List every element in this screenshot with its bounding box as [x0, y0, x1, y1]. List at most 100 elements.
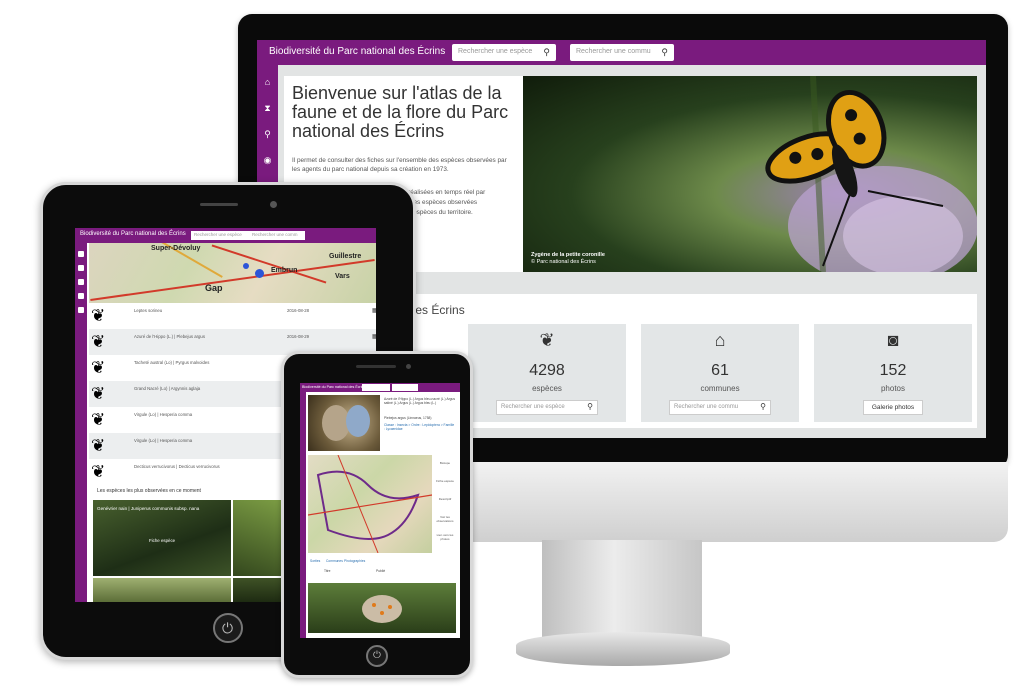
species-search-input[interactable] — [362, 384, 390, 391]
search-icon[interactable]: ⚲ — [661, 47, 668, 58]
site-brand[interactable]: Biodiversité du Parc national des Écrins — [80, 231, 186, 237]
species-vernacular-names: Azuré de l'Hippo (L.) Argus bleu-nacré (… — [384, 397, 455, 406]
site-brand[interactable]: Biodiversité du Parc national des Écrins — [269, 46, 445, 57]
photos-label: photos — [880, 384, 906, 393]
species-photo[interactable] — [308, 395, 380, 451]
observation-species: Leptes sorineu — [134, 308, 163, 313]
tablet-home-button[interactable]: ⏻ — [213, 613, 243, 643]
pencil-icon[interactable] — [78, 307, 84, 313]
species-photo[interactable] — [308, 583, 456, 633]
tool-observations[interactable]: Voir les observations — [435, 515, 455, 523]
site-brand[interactable]: Biodiversité du Parc national des Écrins — [302, 385, 365, 389]
search-icon[interactable]: ⚲ — [587, 402, 593, 411]
hero-butterfly-photo: Zygène de la petite coronille © Parc nat… — [523, 76, 977, 272]
species-latin-name: Plebejus argus (Linnaeus, 1758) — [384, 416, 432, 420]
commune-search-input[interactable] — [392, 384, 418, 391]
species-taxonomy[interactable]: Classe : Insecta > Ordre : Lepidoptera >… — [384, 423, 456, 432]
home-icon[interactable] — [78, 251, 84, 257]
camera-icon[interactable] — [78, 293, 84, 299]
monitor-header-bar: Biodiversité du Parc national des Écrins… — [257, 40, 986, 65]
commune-search-placeholder: Rechercher une commu — [576, 48, 651, 55]
map-place: Vars — [335, 273, 350, 280]
map-illustration — [307, 454, 433, 554]
observation-species: Virgule (Lo) | Hesperia comma — [134, 438, 193, 443]
species-distribution-map[interactable] — [307, 454, 433, 554]
species-search-placeholder: Rechercher une espèce — [501, 404, 565, 410]
map-place: Embrun — [271, 267, 298, 274]
tab-sorties[interactable]: Sorties — [310, 559, 320, 563]
town-hall-icon: ⌂ — [714, 330, 726, 350]
butterfly-icon: ❦ — [91, 462, 106, 481]
species-photo[interactable] — [233, 500, 283, 576]
monitor-stand-base — [516, 632, 730, 666]
butterfly-icon: ❦ — [91, 436, 106, 455]
map-road — [90, 259, 375, 301]
paperclip-icon[interactable]: ⧗ — [262, 103, 273, 114]
species-sheet-link[interactable]: Fiche espèce — [149, 538, 175, 543]
map-marker[interactable] — [243, 263, 249, 269]
species-search-input[interactable]: Rechercher une espèce ⚲ — [452, 44, 556, 61]
phone-sidebar — [300, 392, 306, 638]
search-icon[interactable] — [78, 279, 84, 285]
search-icon[interactable]: ⚲ — [760, 402, 766, 411]
tablet-header-bar: Biodiversité du Parc national des Écrins… — [75, 228, 376, 243]
tool-description[interactable]: Descriptif — [435, 497, 455, 501]
commune-search-input[interactable]: Rechercher une comm — [249, 231, 305, 240]
map-marker[interactable] — [255, 269, 264, 278]
phone-header-bar: Biodiversité du Parc national des Écrins — [300, 383, 460, 392]
species-label: espèces — [532, 384, 562, 393]
butterfly-illustration — [322, 405, 370, 441]
observation-species: Grand Nacré (Lo) | Argynnis aglaja — [134, 386, 201, 391]
observation-row[interactable]: ❦ Leptes sorineu 2016-08-28 ▦ — [89, 303, 376, 329]
phone-screen: Biodiversité du Parc national des Écrins… — [300, 383, 460, 638]
butterfly-illustration — [765, 76, 977, 272]
photo-credit: © Parc national des Écrins — [531, 259, 596, 265]
tablet-sidebar — [75, 243, 87, 602]
butterfly-icon: ❦ — [91, 306, 106, 325]
species-search-input[interactable]: Rechercher une espèce ⚲ — [496, 400, 598, 415]
observation-species: Tacheté austral (Lo) | Pyrgus malvoides — [134, 360, 210, 365]
commune-search-input[interactable]: Rechercher une commu ⚲ — [570, 44, 674, 61]
butterfly-icon: ❦ — [91, 410, 106, 429]
photos-count: 152 — [879, 362, 907, 379]
observation-map[interactable]: Super-Dévoluy Embrun Guillestre Vars Gap — [89, 243, 376, 303]
butterfly-icon: ❦ — [91, 384, 106, 403]
search-icon[interactable]: ⚲ — [543, 47, 550, 58]
commune-search-input[interactable]: Rechercher une commu ⚲ — [669, 400, 771, 415]
tab-communes[interactable]: Communes — [326, 559, 343, 563]
butterfly-icon: ❦ — [91, 358, 106, 377]
species-photo[interactable] — [93, 578, 231, 602]
hero-title: Bienvenue sur l'atlas de la faune et de … — [292, 83, 509, 141]
home-icon[interactable]: ⌂ — [262, 77, 273, 88]
tool-species-sheet[interactable]: Fiche espèce — [435, 479, 455, 483]
tool-photos[interactable]: Lien vers les photos — [435, 533, 455, 541]
map-road — [211, 244, 327, 284]
observation-date: 2016-08-28 — [287, 308, 309, 313]
tablet-camera — [270, 201, 277, 208]
butterfly-illustration — [362, 595, 402, 623]
species-photo[interactable]: Genévrier nain | Juniperus communis subs… — [93, 500, 231, 576]
photo-caption-title: Zygène de la petite coronille — [531, 252, 605, 258]
section-title: Les espèces les plus observées en ce mom… — [97, 488, 201, 494]
species-search-placeholder: Rechercher une espèce — [458, 48, 533, 55]
hero-paragraph: Il permet de consulter des fiches sur l'… — [292, 157, 507, 173]
paperclip-icon[interactable] — [78, 265, 84, 271]
camera-icon[interactable]: ◉ — [262, 155, 273, 166]
species-search-input[interactable]: Rechercher une espèce — [191, 231, 251, 240]
species-photo[interactable] — [233, 578, 283, 602]
power-icon: ⏻ — [373, 650, 381, 661]
photo-gallery-button[interactable]: Galerie photos — [863, 400, 923, 415]
tool-biotope[interactable]: Biotope — [435, 461, 455, 465]
species-stat-card: ❦ 4298 espèces Rechercher une espèce ⚲ — [468, 324, 626, 422]
map-place: Gap — [205, 283, 223, 293]
map-place: Super-Dévoluy — [151, 245, 201, 252]
grid-icon[interactable]: ▦ — [372, 307, 376, 314]
species-search-placeholder: Rechercher une espèce — [194, 232, 242, 237]
grid-icon[interactable]: ▦ — [372, 333, 376, 340]
column-header-title: Titre — [324, 569, 331, 573]
phone-home-button[interactable]: ⏻ — [366, 645, 388, 667]
tab-photos[interactable]: Photographies — [344, 559, 365, 563]
photos-stat-card: ◙ 152 photos Galerie photos — [814, 324, 972, 422]
species-count: 4298 — [529, 362, 565, 379]
search-icon[interactable]: ⚲ — [262, 129, 273, 140]
